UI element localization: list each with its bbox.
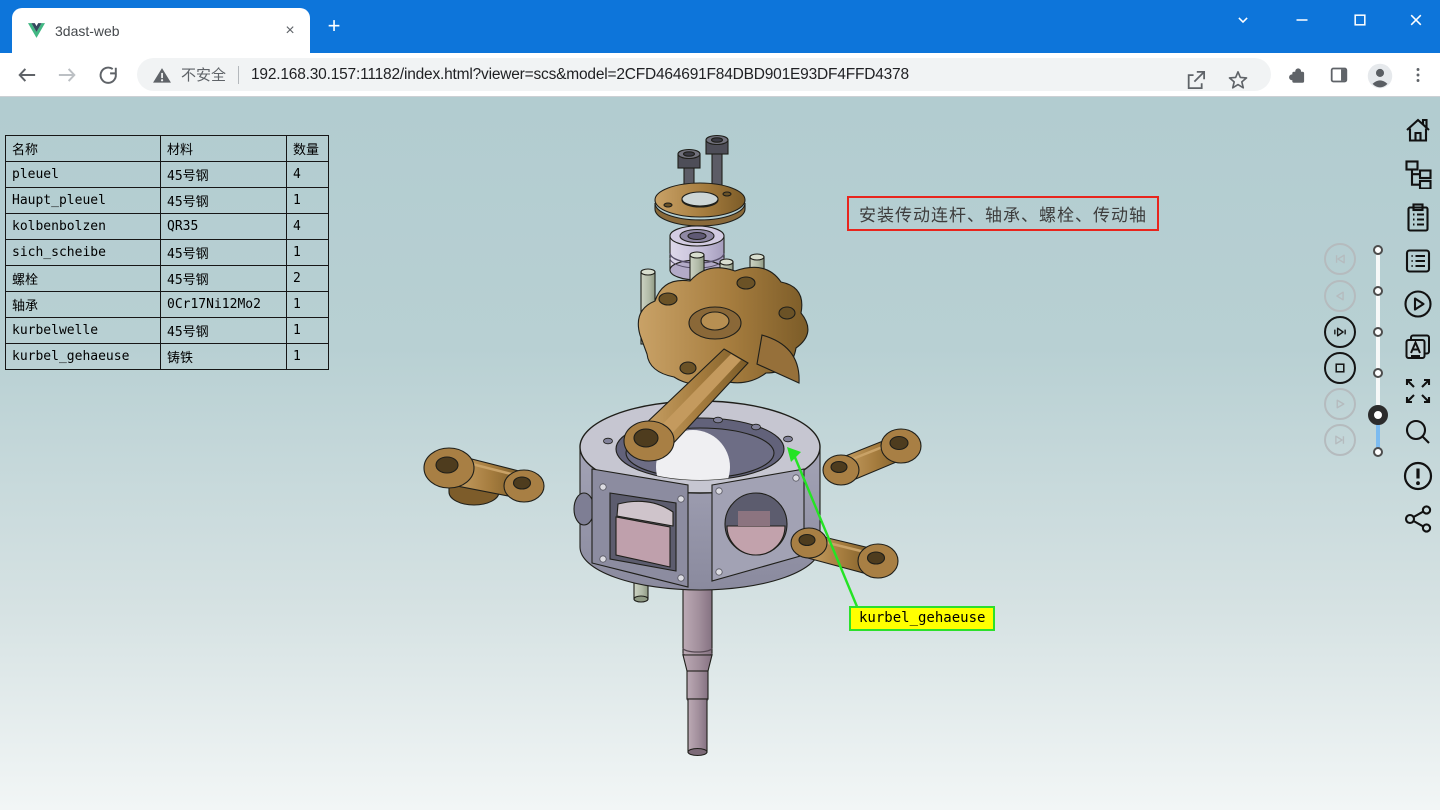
share-icon[interactable] (1183, 67, 1209, 93)
cell-qty: 4 (287, 214, 329, 240)
url-text[interactable]: 192.168.30.157:11182/index.html?viewer=s… (251, 66, 909, 84)
slider-tick[interactable] (1373, 368, 1383, 378)
model-washer (655, 183, 745, 226)
expand-arrows-icon[interactable] (1402, 375, 1434, 407)
model-rod-left (424, 448, 544, 505)
zoom-icon[interactable] (1402, 417, 1434, 449)
new-tab-button[interactable]: + (322, 15, 346, 39)
cell-material: QR35 (161, 214, 287, 240)
cell-name: sich_scheibe (6, 240, 161, 266)
bookmark-star-icon[interactable] (1225, 67, 1251, 93)
cell-material: 45号钢 (161, 240, 287, 266)
titlebar: 3dast-web × + (0, 0, 1440, 53)
cell-name: kurbel_gehaeuse (6, 344, 161, 370)
skip-to-end-button[interactable] (1324, 424, 1356, 456)
cell-qty: 1 (287, 188, 329, 214)
cell-material: 45号钢 (161, 318, 287, 344)
table-row: kurbel_gehaeuse铸铁1 (6, 344, 329, 370)
slider-handle[interactable] (1368, 405, 1388, 425)
clipboard-list-icon[interactable] (1402, 201, 1434, 233)
table-row: sich_scheibe45号钢1 (6, 240, 329, 266)
list-icon[interactable] (1402, 245, 1434, 277)
share-nodes-icon[interactable] (1402, 503, 1434, 535)
close-icon[interactable] (1403, 7, 1429, 33)
cell-material: 铸铁 (161, 344, 287, 370)
play-button[interactable] (1324, 388, 1356, 420)
profile-avatar-icon[interactable] (1366, 62, 1392, 88)
model-shaft (683, 577, 712, 756)
warning-icon (151, 64, 173, 86)
tab-title: 3dast-web (55, 23, 280, 39)
forward-icon[interactable] (54, 62, 80, 88)
vue-favicon-icon (28, 23, 45, 38)
security-label: 不安全 (181, 64, 226, 85)
assembly-tree-icon[interactable] (1402, 157, 1434, 189)
address-bar[interactable]: 不安全 192.168.30.157:11182/index.html?view… (137, 58, 1271, 91)
bom-header-qty: 数量 (287, 136, 329, 162)
bom-header-material: 材料 (161, 136, 287, 162)
browser-toolbar: 不安全 192.168.30.157:11182/index.html?view… (0, 53, 1440, 97)
cell-qty: 2 (287, 266, 329, 292)
table-row: pleuel45号钢4 (6, 162, 329, 188)
cell-name: kurbelwelle (6, 318, 161, 344)
home-icon[interactable] (1402, 114, 1434, 146)
browser-window: 3dast-web × + (0, 0, 1440, 810)
menu-dots-icon[interactable] (1407, 62, 1433, 88)
model-rod-right-upper (823, 429, 921, 485)
cell-material: 45号钢 (161, 266, 287, 292)
side-panel-icon[interactable] (1326, 62, 1352, 88)
cell-name: 螺栓 (6, 266, 161, 292)
chevron-down-icon[interactable] (1230, 7, 1256, 33)
bom-header-name: 名称 (6, 136, 161, 162)
cell-qty: 1 (287, 292, 329, 318)
slider-tick[interactable] (1373, 245, 1383, 255)
cell-material: 45号钢 (161, 188, 287, 214)
url-divider (238, 66, 239, 84)
tab-close-icon[interactable]: × (280, 21, 300, 41)
step-annotation: 安装传动连杆、轴承、螺栓、传动轴 (847, 196, 1159, 231)
bom-table: 名称 材料 数量 pleuel45号钢4 Haupt_pleuel45号钢1 k… (5, 135, 329, 370)
model-rod-right-lower (791, 528, 898, 578)
skip-to-start-button[interactable] (1324, 243, 1356, 275)
table-row: 螺栓45号钢2 (6, 266, 329, 292)
cell-material: 0Cr17Ni12Mo2 (161, 292, 287, 318)
annotation-text-icon[interactable] (1402, 331, 1434, 363)
step-slider[interactable] (1368, 243, 1388, 463)
cell-material: 45号钢 (161, 162, 287, 188)
slider-tick[interactable] (1373, 327, 1383, 337)
slider-tick[interactable] (1373, 447, 1383, 457)
cell-qty: 1 (287, 318, 329, 344)
table-row: kurbelwelle45号钢1 (6, 318, 329, 344)
table-row: Haupt_pleuel45号钢1 (6, 188, 329, 214)
cell-name: kolbenbolzen (6, 214, 161, 240)
reload-icon[interactable] (95, 62, 121, 88)
bom-header-row: 名称 材料 数量 (6, 136, 329, 162)
viewer-canvas[interactable]: 名称 材料 数量 pleuel45号钢4 Haupt_pleuel45号钢1 k… (0, 97, 1440, 810)
extensions-icon[interactable] (1285, 62, 1311, 88)
minimize-icon[interactable] (1289, 7, 1315, 33)
step-play-button[interactable] (1324, 316, 1356, 348)
table-row: 轴承0Cr17Ni12Mo21 (6, 292, 329, 318)
part-label: kurbel_gehaeuse (849, 606, 995, 631)
back-icon[interactable] (14, 62, 40, 88)
table-row: kolbenbolzenQR354 (6, 214, 329, 240)
cell-name: pleuel (6, 162, 161, 188)
browser-tab[interactable]: 3dast-web × (12, 8, 310, 53)
stop-button[interactable] (1324, 352, 1356, 384)
cell-name: Haupt_pleuel (6, 188, 161, 214)
exclamation-icon[interactable] (1402, 460, 1434, 492)
cell-qty: 4 (287, 162, 329, 188)
model-bolt-2 (706, 136, 728, 187)
slider-tick[interactable] (1373, 286, 1383, 296)
play-circle-icon[interactable] (1402, 288, 1434, 320)
cell-qty: 1 (287, 344, 329, 370)
maximize-icon[interactable] (1347, 7, 1373, 33)
cell-qty: 1 (287, 240, 329, 266)
cell-name: 轴承 (6, 292, 161, 318)
viewer-page: 名称 材料 数量 pleuel45号钢4 Haupt_pleuel45号钢1 k… (0, 97, 1440, 810)
model-housing (574, 401, 820, 590)
step-back-button[interactable] (1324, 280, 1356, 312)
